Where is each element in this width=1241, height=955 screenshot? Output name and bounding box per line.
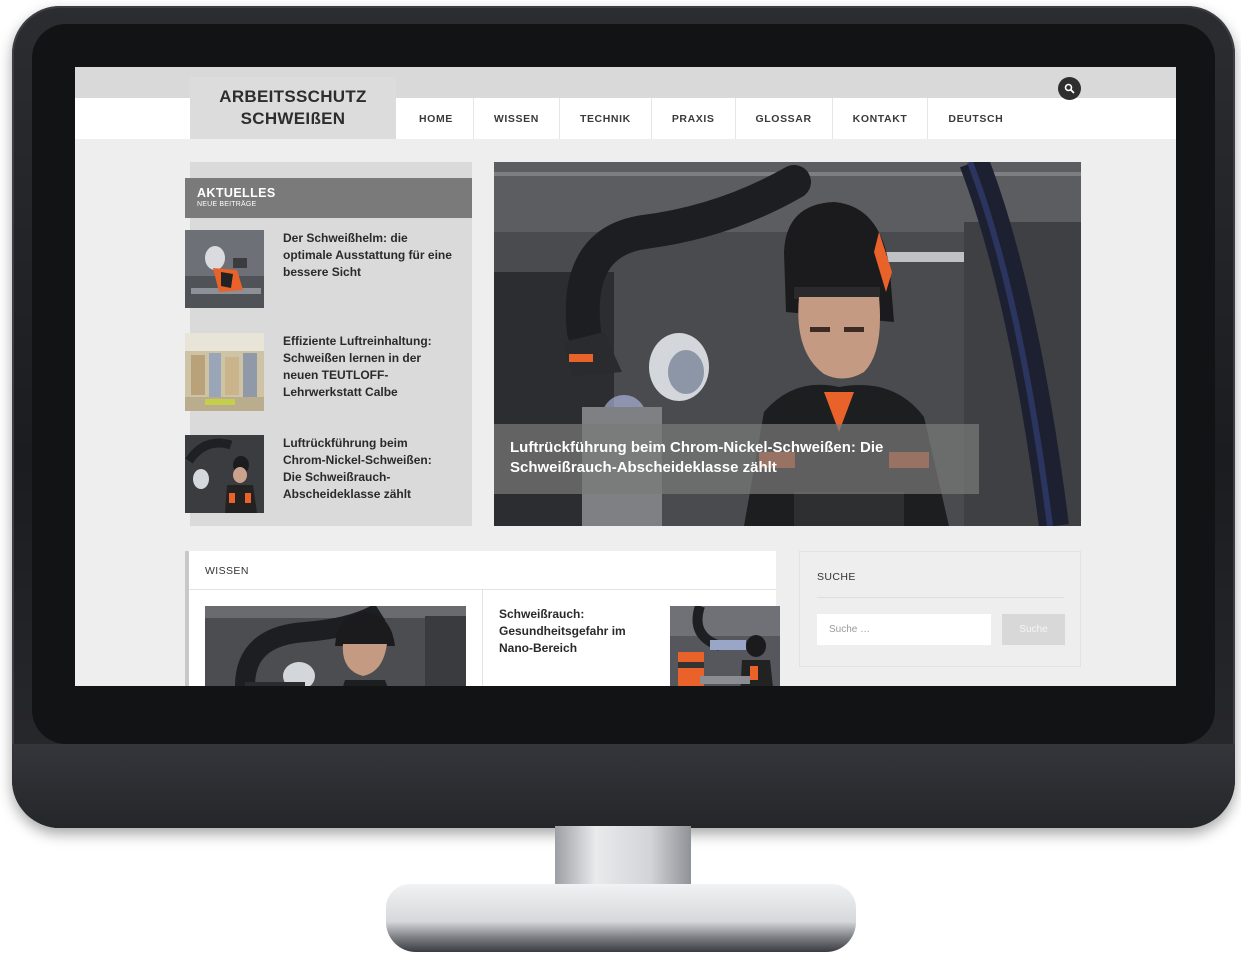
nav-item-wissen[interactable]: WISSEN	[472, 98, 559, 139]
article-thumbnail[interactable]	[185, 230, 264, 308]
hero-caption[interactable]: Luftrückführung beim Chrom-Nickel-Schwei…	[494, 424, 979, 494]
article-thumbnail[interactable]	[185, 333, 264, 411]
aktuelles-title: AKTUELLES	[197, 186, 276, 200]
aktuelles-panel: AKTUELLES NEUE BEITRÄGE Der Schweißhelm:…	[185, 162, 472, 526]
site-logo[interactable]: ARBEITSSCHUTZ SCHWEIßEN	[190, 77, 396, 139]
aktuelles-item-title[interactable]: Luftrückführung beim Chrom-Nickel-Schwei…	[283, 435, 453, 503]
wissen-section: WISSEN Schweißrauch: Gesundheitsgefahr i…	[185, 551, 780, 686]
monitor-stand-base	[386, 884, 856, 952]
search-input[interactable]	[817, 614, 991, 645]
aktuelles-subtitle: NEUE BEITRÄGE	[197, 201, 257, 208]
aktuelles-item[interactable]: Luftrückführung beim Chrom-Nickel-Schwei…	[185, 435, 472, 515]
logo-line-1: ARBEITSSCHUTZ	[219, 87, 367, 106]
search-submit-button[interactable]: Suche	[1002, 614, 1065, 645]
divider	[817, 597, 1064, 598]
wissen-title[interactable]: WISSEN	[205, 565, 249, 577]
hero-slider[interactable]: Luftrückführung beim Chrom-Nickel-Schwei…	[494, 162, 1081, 526]
nav-item-praxis[interactable]: PRAXIS	[650, 98, 735, 139]
nav-item-glossar[interactable]: GLOSSAR	[734, 98, 832, 139]
nav-item-technik[interactable]: TECHNIK	[558, 98, 651, 139]
main-navigation: HOME WISSEN TECHNIK PRAXIS GLOSSAR KONTA…	[396, 98, 1023, 139]
aktuelles-item[interactable]: Effiziente Luftreinhaltung: Schweißen le…	[185, 333, 472, 413]
search-icon	[1064, 83, 1075, 94]
wissen-article-thumbnail[interactable]	[670, 606, 780, 686]
nav-item-deutsch[interactable]: DEUTSCH	[927, 98, 1023, 139]
aktuelles-item-title[interactable]: Der Schweißhelm: die optimale Ausstattun…	[283, 230, 453, 281]
website-screen: ARBEITSSCHUTZ SCHWEIßEN HOME WISSEN TECH…	[75, 67, 1176, 686]
logo-line-2: SCHWEIßEN	[240, 109, 346, 128]
aktuelles-item[interactable]: Der Schweißhelm: die optimale Ausstattun…	[185, 230, 472, 310]
aktuelles-header: AKTUELLES NEUE BEITRÄGE	[185, 178, 472, 218]
article-thumbnail[interactable]	[185, 435, 264, 513]
nav-item-home[interactable]: HOME	[396, 98, 473, 139]
header-search-button[interactable]	[1058, 77, 1081, 100]
search-widget-title: SUCHE	[817, 571, 856, 583]
nav-item-kontakt[interactable]: KONTAKT	[831, 98, 928, 139]
divider	[482, 590, 483, 686]
monitor-chin	[12, 744, 1235, 828]
aktuelles-item-title[interactable]: Effiziente Luftreinhaltung: Schweißen le…	[283, 333, 453, 401]
search-widget: SUCHE Suche	[799, 551, 1081, 667]
wissen-featured-image[interactable]	[205, 606, 466, 686]
wissen-article-title[interactable]: Schweißrauch: Gesundheitsgefahr im Nano-…	[499, 606, 649, 657]
